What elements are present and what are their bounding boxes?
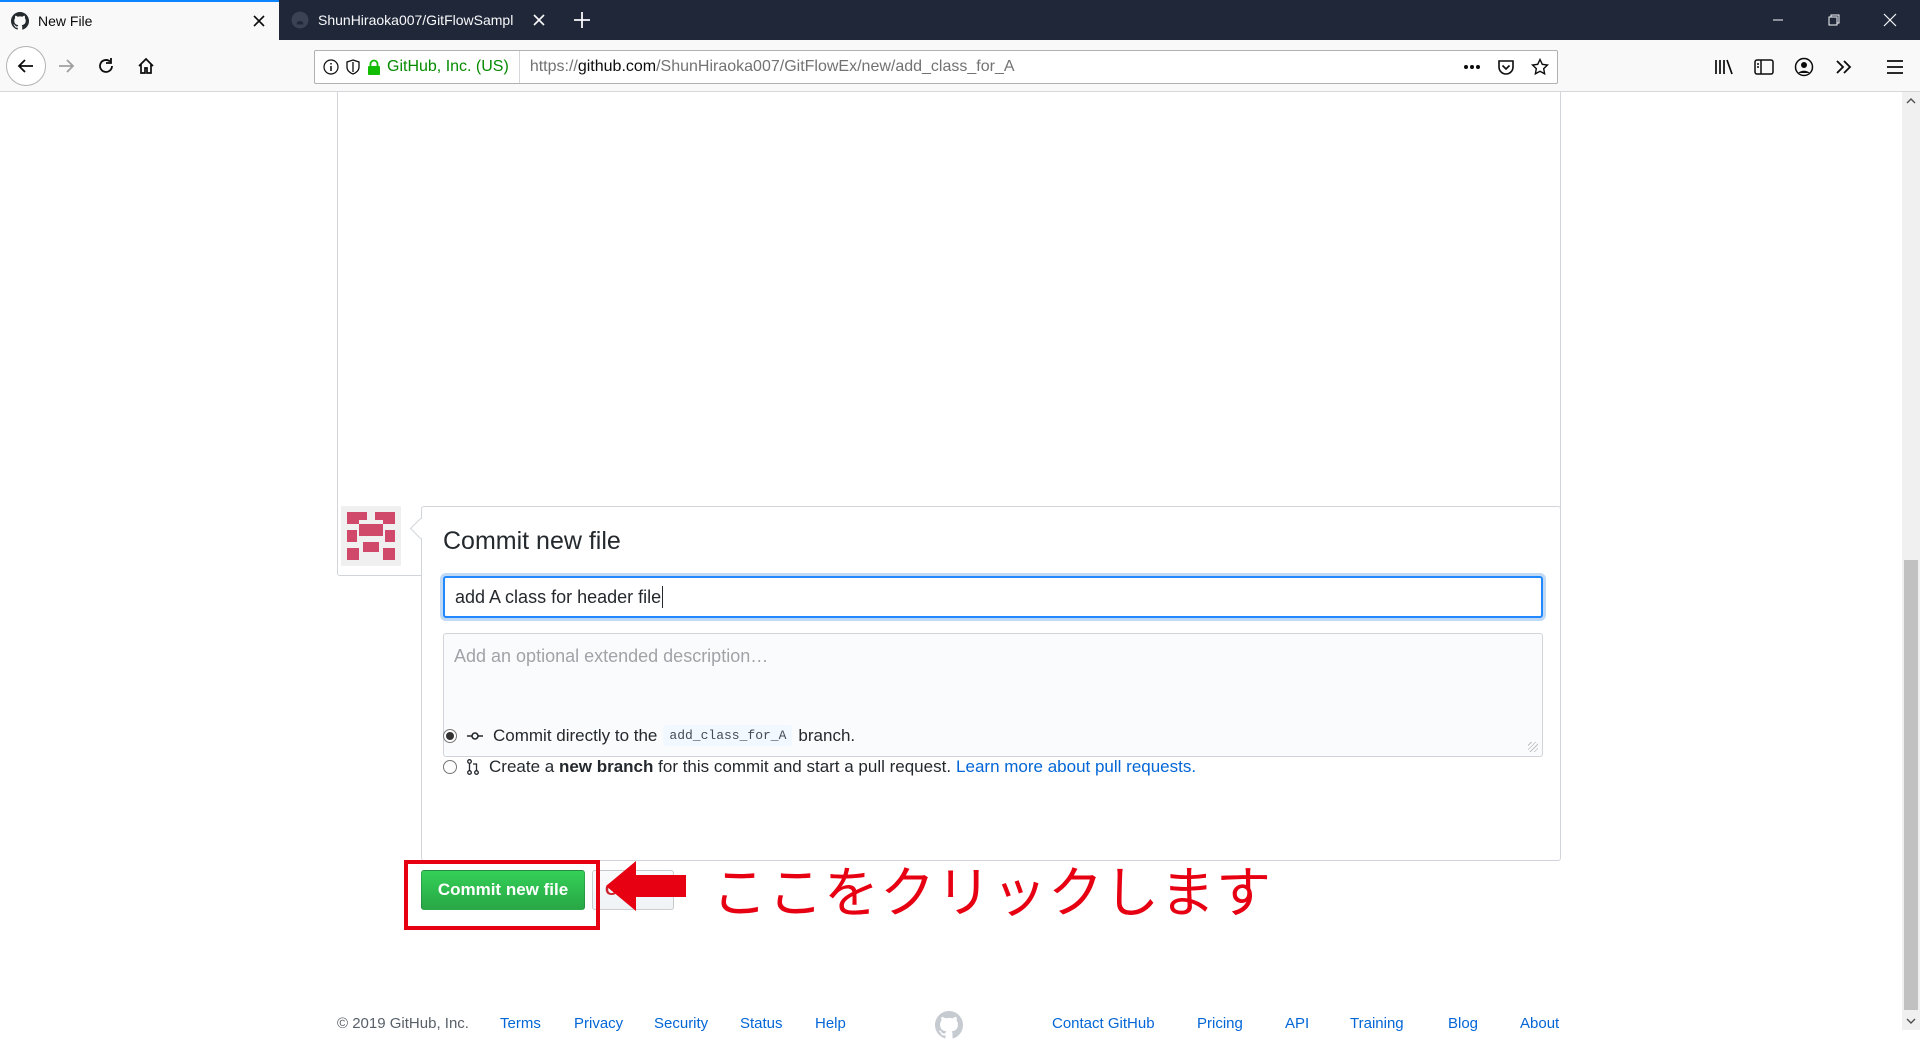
tab-gitflow-sample[interactable]: ShunHiraoka007/GitFlowSampl — [280, 0, 559, 40]
footer-link-help[interactable]: Help — [815, 1015, 846, 1032]
git-pull-request-icon — [467, 759, 479, 775]
forward-arrow-icon[interactable] — [48, 48, 84, 84]
github-icon — [10, 11, 30, 31]
account-icon[interactable] — [1787, 50, 1821, 84]
library-icon[interactable] — [1707, 50, 1741, 84]
url-domain: github.com — [577, 58, 657, 75]
back-arrow-icon[interactable] — [6, 46, 46, 86]
footer-link-status[interactable]: Status — [740, 1015, 783, 1032]
new-branch-option[interactable]: Create a new branch for this commit and … — [443, 757, 1196, 777]
footer-link-pricing[interactable]: Pricing — [1197, 1015, 1243, 1032]
tab-title: New File — [38, 13, 93, 29]
tab-title: ShunHiraoka007/GitFlowSampl — [318, 12, 514, 28]
scroll-up-arrow-icon[interactable] — [1902, 92, 1920, 110]
info-icon — [323, 59, 339, 75]
scrollbar-thumb[interactable] — [1904, 560, 1918, 1010]
pocket-icon[interactable] — [1489, 51, 1523, 83]
close-tab-icon[interactable] — [525, 6, 553, 34]
new-branch-suffix: for this commit and start a pull request… — [658, 757, 952, 776]
reload-icon[interactable] — [88, 48, 124, 84]
footer-link-privacy[interactable]: Privacy — [574, 1015, 623, 1032]
site-identity[interactable]: GitHub, Inc. (US) — [315, 51, 520, 83]
branch-name: add_class_for_A — [663, 725, 793, 746]
footer-link-api[interactable]: API — [1285, 1015, 1309, 1032]
radio-new-branch[interactable] — [443, 760, 457, 774]
url-path: /ShunHiraoka007/GitFlowEx/new/add_class_… — [656, 58, 1015, 75]
footer-link-training[interactable]: Training — [1350, 1015, 1404, 1032]
annotation-arrow-icon — [606, 861, 686, 911]
new-tab-plus-icon[interactable] — [566, 4, 598, 36]
resize-grip-icon[interactable] — [1528, 742, 1538, 752]
footer-link-contact[interactable]: Contact GitHub — [1052, 1015, 1155, 1032]
vertical-scrollbar[interactable] — [1902, 92, 1920, 1030]
hamburger-menu-icon[interactable] — [1878, 50, 1912, 84]
home-icon[interactable] — [128, 48, 164, 84]
annotation-highlight-box — [404, 860, 600, 930]
scroll-down-arrow-icon[interactable] — [1902, 1012, 1920, 1030]
footer-link-terms[interactable]: Terms — [500, 1015, 541, 1032]
commit-summary-input[interactable]: add A class for header file — [443, 576, 1543, 618]
page-actions-icon[interactable] — [1455, 51, 1489, 83]
description-placeholder: Add an optional extended description… — [454, 646, 769, 666]
identity-label: GitHub, Inc. (US) — [387, 58, 509, 75]
minimize-icon[interactable] — [1750, 0, 1806, 40]
commit-direct-option[interactable]: Commit directly to the add_class_for_A b… — [443, 725, 855, 746]
commit-heading: Commit new file — [443, 527, 621, 555]
restore-icon[interactable] — [1806, 0, 1862, 40]
tab-bar: New File ShunHiraoka007/GitFlowSampl — [0, 0, 1920, 40]
github-logo-icon[interactable] — [935, 1011, 964, 1043]
url-prefix: https:// — [529, 58, 578, 75]
file-editor-panel[interactable] — [337, 92, 1561, 576]
bookmark-star-icon[interactable] — [1523, 51, 1557, 83]
close-tab-icon[interactable] — [245, 7, 273, 35]
annotation-text: ここをクリックします — [712, 861, 1273, 925]
footer-link-security[interactable]: Security — [654, 1015, 708, 1032]
url-bar[interactable]: GitHub, Inc. (US) https://github.com/Shu… — [314, 50, 1558, 84]
radio-commit-direct[interactable] — [443, 728, 457, 743]
text-caret — [662, 586, 664, 608]
direct-suffix: branch. — [798, 725, 856, 745]
footer-copyright: © 2019 GitHub, Inc. — [337, 1015, 469, 1032]
footer-link-blog[interactable]: Blog — [1448, 1015, 1478, 1032]
commit-form: Commit new file add A class for header f… — [421, 506, 1561, 861]
url-text[interactable]: https://github.com/ShunHiraoka007/GitFlo… — [520, 58, 1455, 76]
new-branch-bold: new branch — [558, 757, 654, 776]
footer-link-about[interactable]: About — [1520, 1015, 1559, 1032]
close-window-icon[interactable] — [1862, 0, 1918, 40]
avatar[interactable] — [341, 506, 401, 566]
overflow-chevron-icon[interactable] — [1827, 50, 1861, 84]
tab-new-file[interactable]: New File — [0, 0, 279, 40]
summary-value: add A class for header file — [455, 586, 662, 607]
tracking-shield-icon — [346, 59, 360, 75]
direct-prefix: Commit directly to the — [493, 725, 658, 745]
new-branch-prefix: Create a — [489, 757, 555, 776]
git-commit-icon — [467, 730, 483, 742]
learn-more-pull-requests-link[interactable]: Learn more about pull requests. — [956, 757, 1196, 777]
lock-icon — [368, 59, 380, 75]
sidebar-icon[interactable] — [1747, 50, 1781, 84]
github-icon — [290, 10, 310, 30]
